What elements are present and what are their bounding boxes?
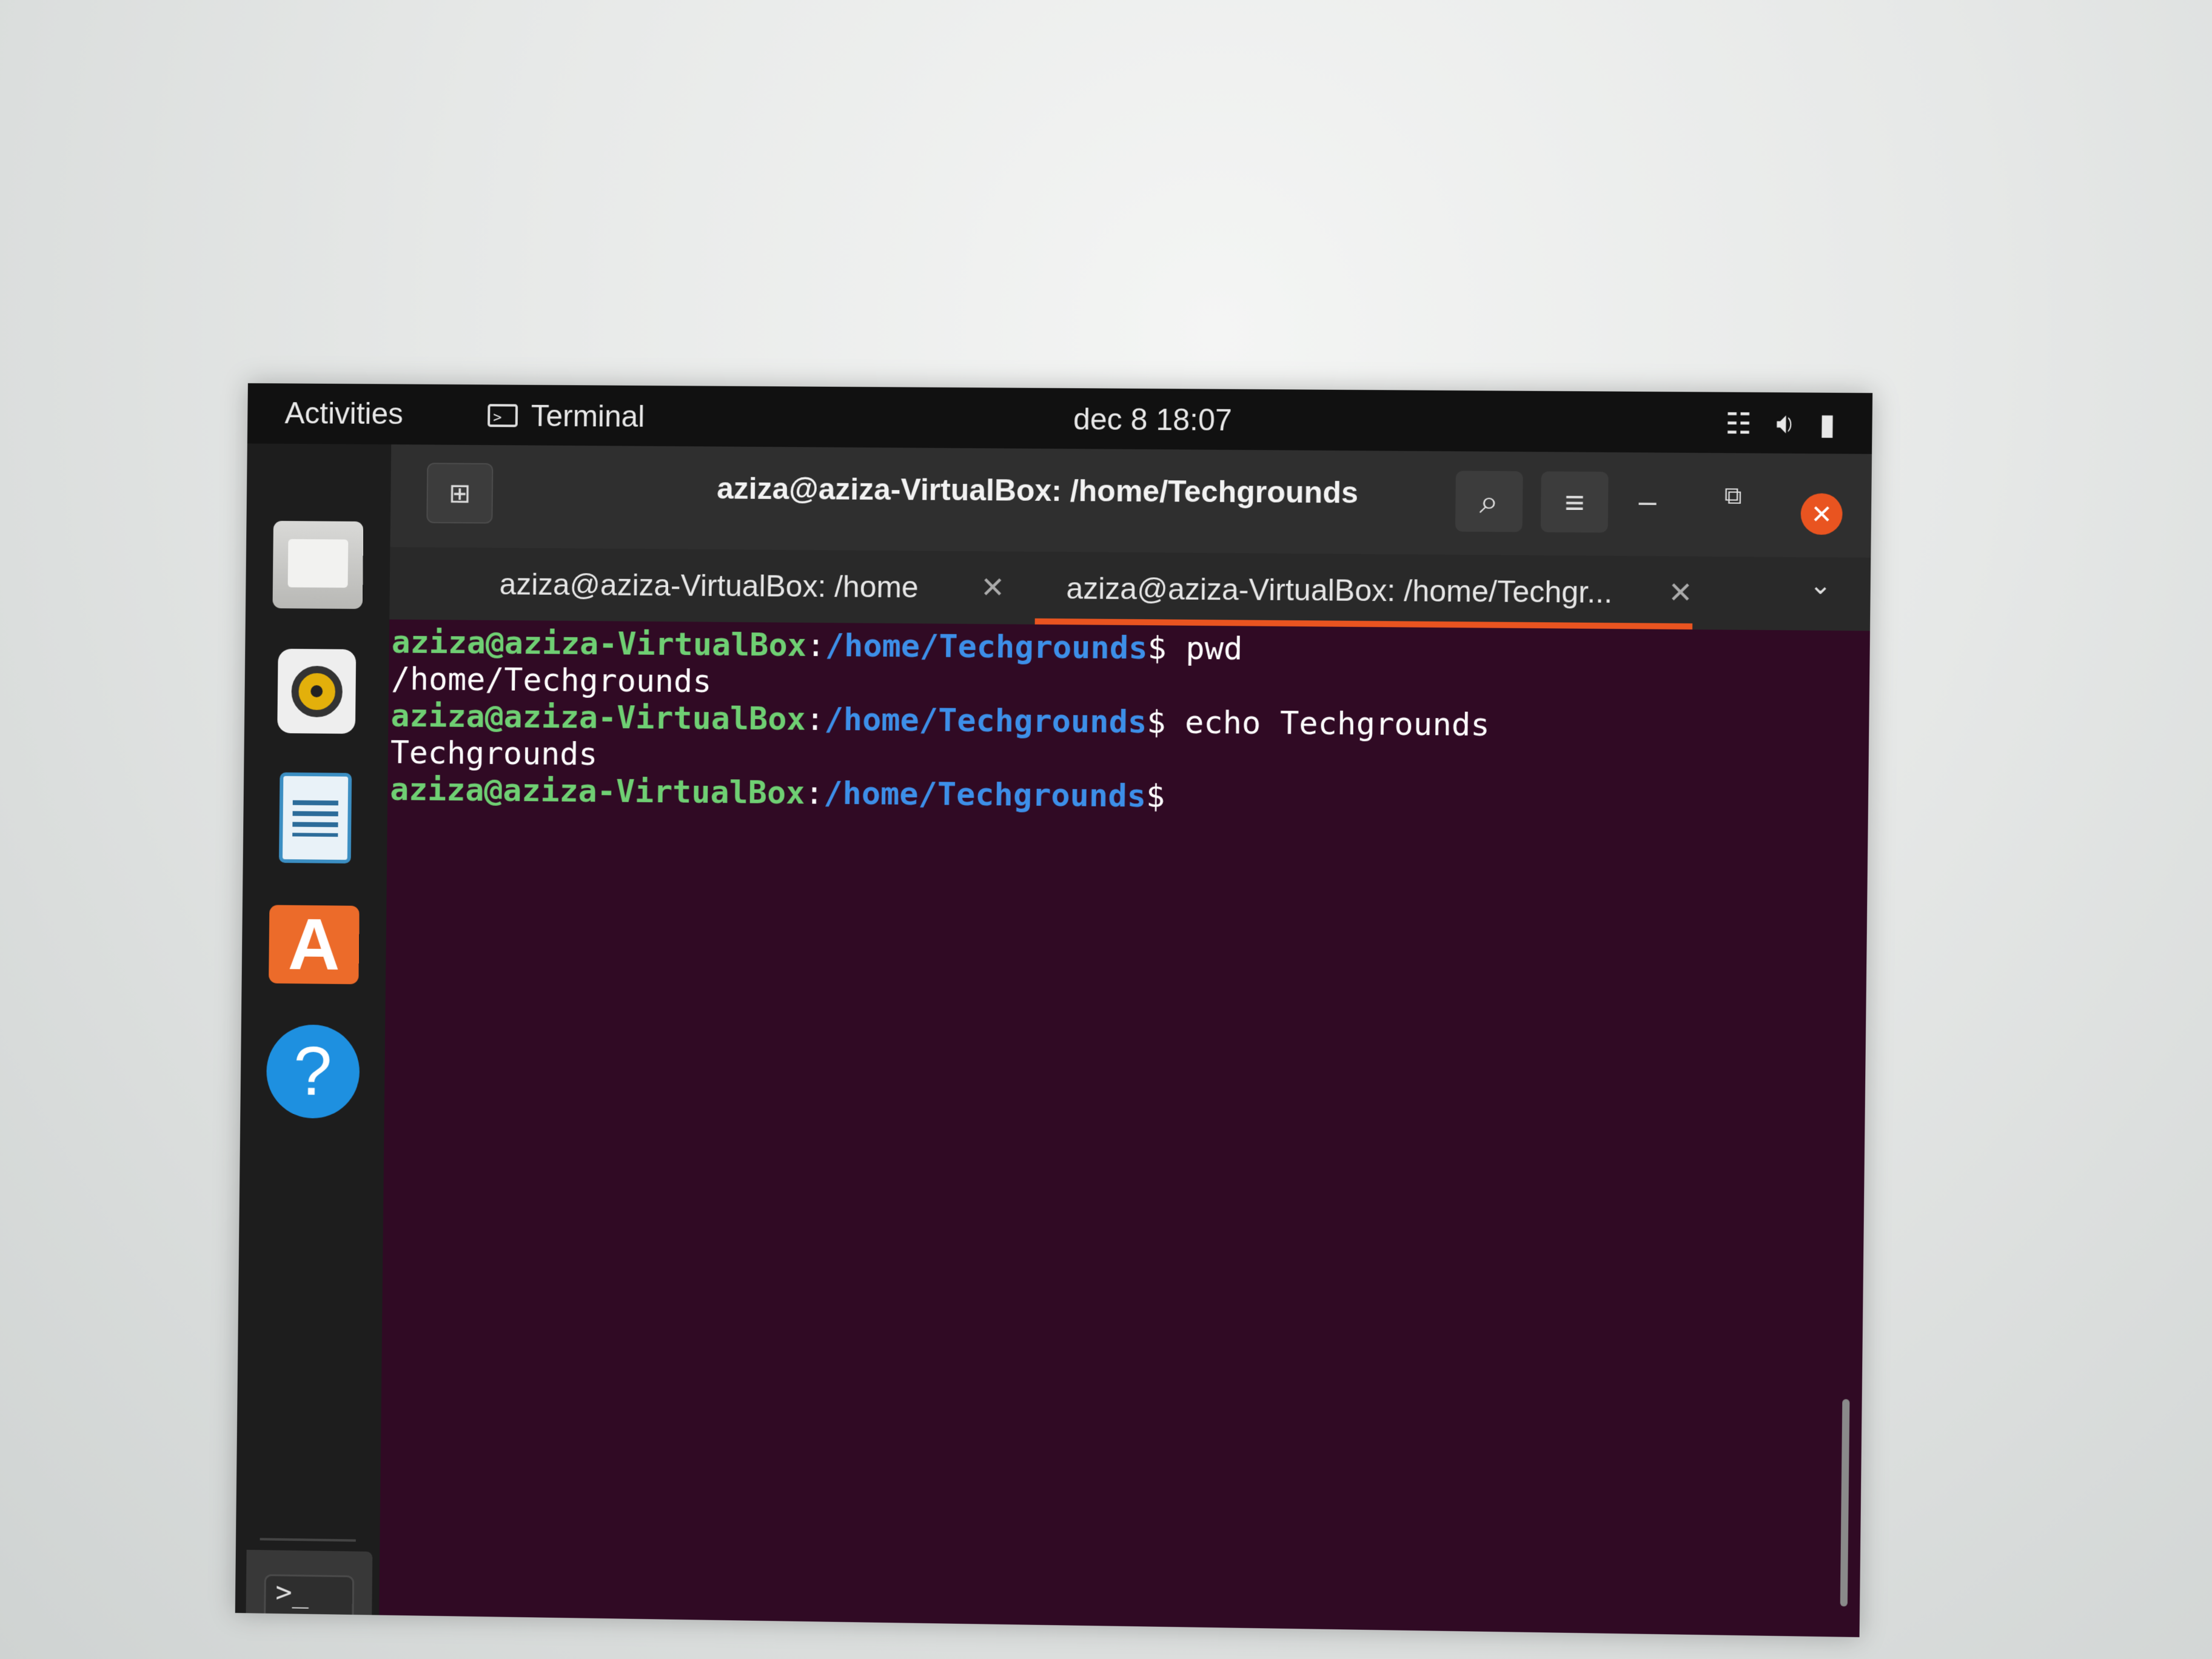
tab-close-icon[interactable]: ✕ (1668, 575, 1693, 610)
new-tab-button[interactable]: ⊞ (426, 463, 494, 524)
search-button[interactable]: ⌕ (1455, 471, 1523, 532)
dock-separator (260, 1538, 356, 1542)
terminal-output[interactable]: aziza@aziza-VirtualBox:/home/Techgrounds… (379, 620, 1833, 1637)
help-icon: ? (266, 1024, 360, 1119)
restore-icon: ⧉ (1724, 482, 1742, 509)
minimize-button[interactable]: – (1638, 483, 1657, 519)
scrollbar[interactable] (1840, 1399, 1850, 1607)
dock-software[interactable]: A (266, 896, 363, 993)
dock-rhythmbox[interactable] (268, 643, 365, 740)
files-icon (272, 520, 364, 609)
tab-techgrounds[interactable]: aziza@aziza-VirtualBox: /home/Techgr... … (1035, 552, 1694, 629)
tab-label: aziza@aziza-VirtualBox: /home/Techgr... (1066, 571, 1613, 610)
close-button[interactable]: ✕ (1800, 493, 1843, 535)
window-title: aziza@aziza-VirtualBox: /home/Techground… (716, 471, 1359, 510)
dock: A ? >_ (235, 443, 392, 1638)
terminal-icon: >_ (488, 404, 518, 427)
system-tray[interactable]: ☷ 🔉︎ ▮ (1725, 407, 1835, 441)
top-bar: Activities >_ Terminal dec 8 18:07 ☷ 🔉︎ … (247, 383, 1873, 454)
hamburger-icon: ≡ (1564, 483, 1585, 521)
rhythmbox-icon (277, 648, 357, 734)
tab-close-icon[interactable]: ✕ (980, 571, 1005, 605)
network-icon: ☷ (1725, 407, 1752, 441)
tab-label: aziza@aziza-VirtualBox: /home (499, 567, 919, 605)
minimize-icon: – (1638, 483, 1657, 519)
tabs-dropdown-button[interactable]: ⌄ (1809, 569, 1832, 601)
terminal-icon: >_ (263, 1574, 355, 1638)
software-icon: A (269, 904, 360, 985)
header-bar: ⊞ aziza@aziza-VirtualBox: /home/Techgrou… (390, 444, 1872, 558)
writer-icon (278, 772, 352, 864)
desktop-screen: Activities >_ Terminal dec 8 18:07 ☷ 🔉︎ … (235, 383, 1873, 1638)
dock-help[interactable]: ? (264, 1022, 361, 1120)
battery-icon: ▮ (1818, 408, 1836, 441)
close-icon: ✕ (1811, 499, 1833, 529)
new-tab-icon: ⊞ (448, 478, 471, 508)
app-menu[interactable]: >_ Terminal (488, 398, 645, 434)
tab-home[interactable]: aziza@aziza-VirtualBox: /home ✕ (461, 548, 1005, 624)
menu-button[interactable]: ≡ (1540, 471, 1609, 533)
maximize-button[interactable]: ⧉ (1724, 482, 1742, 509)
dock-files[interactable] (269, 516, 366, 613)
tab-bar: aziza@aziza-VirtualBox: /home ✕ aziza@az… (389, 547, 1871, 631)
terminal-window: ⊞ aziza@aziza-VirtualBox: /home/Techgrou… (379, 444, 1872, 1638)
clock[interactable]: dec 8 18:07 (1073, 401, 1232, 438)
app-menu-label: Terminal (531, 398, 645, 434)
dock-terminal[interactable]: >_ (245, 1549, 373, 1638)
dock-writer[interactable] (267, 769, 364, 867)
chevron-down-icon: ⌄ (1809, 570, 1832, 600)
activities-button[interactable]: Activities (284, 395, 403, 431)
search-icon: ⌕ (1479, 481, 1499, 520)
volume-icon: 🔉︎ (1775, 407, 1795, 440)
